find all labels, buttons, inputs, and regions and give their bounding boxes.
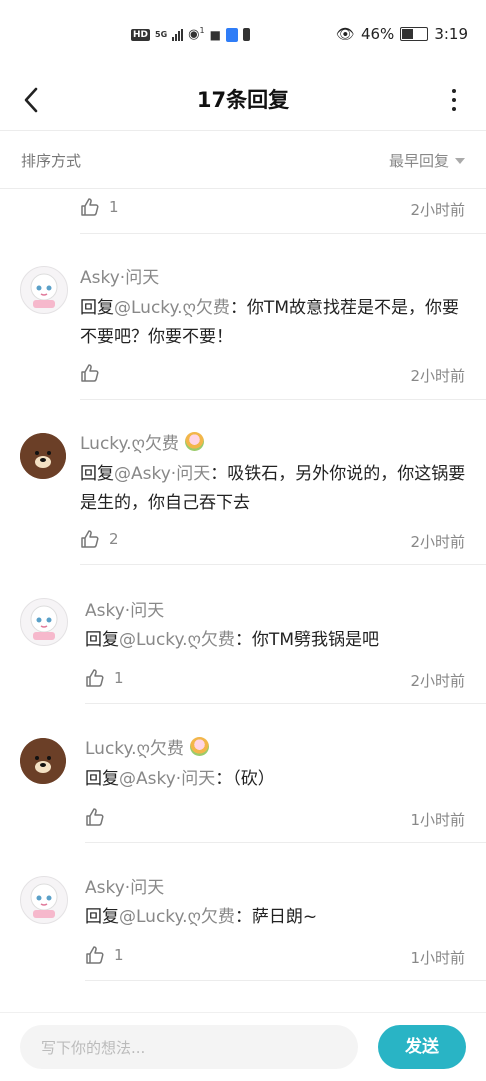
reply-divider: [80, 564, 486, 565]
anime-avatar-image: [30, 273, 58, 308]
reply-time: 1小时前: [410, 811, 465, 829]
caret-down-icon: [455, 157, 465, 164]
reply-author[interactable]: Asky·问天: [85, 873, 164, 898]
signal-icon: [172, 28, 184, 41]
avatar[interactable]: [20, 266, 68, 314]
thumbs-up-icon: [81, 364, 99, 382]
more-button[interactable]: [446, 82, 462, 118]
like-count: 2: [109, 530, 119, 548]
reply-time: 2小时前: [410, 367, 465, 385]
send-button[interactable]: 发送: [378, 1025, 466, 1069]
like-count: 1: [114, 946, 124, 964]
avatar[interactable]: [20, 598, 68, 646]
like-button[interactable]: [85, 807, 114, 827]
reply-text: ：（砍）: [215, 769, 275, 789]
battery-saver-icon: [242, 28, 250, 41]
reply-time: 2小时前: [410, 672, 465, 690]
reply-author[interactable]: Lucky.ღ欠费: [80, 429, 204, 454]
reply-time: 1小时前: [410, 949, 465, 967]
flair-emoji-icon: [184, 432, 204, 451]
thumbs-up-icon: [81, 198, 99, 216]
avatar[interactable]: [20, 738, 66, 784]
mention-link[interactable]: @Asky·问天: [119, 769, 215, 789]
comment-input[interactable]: 写下你的想法...: [20, 1025, 358, 1069]
thumbs-up-icon: [86, 669, 104, 687]
clock: 3:19: [434, 25, 468, 43]
reply-prefix: 回复: [85, 907, 119, 927]
reply-divider: [85, 980, 486, 981]
reply-text: ：你TM劈我锅是吧: [234, 630, 379, 650]
reply-time: 2小时前: [410, 533, 465, 551]
camera-icon: ■: [209, 27, 221, 42]
sort-bar: 排序方式 最早回复: [0, 131, 486, 188]
like-button[interactable]: 2: [80, 529, 119, 549]
reply-prefix: 回复: [80, 298, 114, 318]
shield-icon: [225, 27, 238, 42]
mention-link[interactable]: @Lucky.ღ欠费: [119, 630, 235, 650]
like-button[interactable]: 1: [85, 668, 124, 688]
flair-emoji-icon: [189, 737, 209, 756]
reply-composer: 写下你的想法... 发送: [0, 1012, 486, 1081]
anime-avatar-image: [30, 605, 58, 640]
bear-avatar-image: [20, 433, 66, 479]
sort-selected: 最早回复: [388, 152, 449, 170]
battery-percent: 46%: [360, 25, 395, 43]
reply-content: 回复@Lucky.ღ欠费：萨日朗~: [85, 903, 477, 932]
reply-divider: [80, 399, 486, 400]
like-button[interactable]: 1: [80, 197, 119, 217]
thumbs-up-icon: [81, 530, 99, 548]
mention-link[interactable]: @Lucky.ღ欠费: [119, 907, 235, 927]
status-left: HD 5G ◉ 1 ■: [131, 26, 250, 42]
sort-divider: [0, 188, 486, 189]
reply-content: 回复@Lucky.ღ欠费：你TM故意找茬是不是，你要不要吧？你要不要！: [80, 294, 472, 352]
reply-author[interactable]: Asky·问天: [85, 596, 164, 621]
sort-label: 排序方式: [21, 152, 82, 170]
sort-dropdown[interactable]: 最早回复: [389, 150, 465, 171]
reply-content: 回复@Asky·问天：吸铁石，另外你说的，你这锅要是生的，你自己吞下去: [80, 460, 472, 518]
mention-link[interactable]: @Lucky.ღ欠费: [114, 298, 230, 318]
battery-icon: [400, 27, 429, 41]
like-count: 1: [114, 669, 124, 687]
thumbs-up-icon: [86, 808, 104, 826]
reply-prefix: 回复: [85, 769, 119, 789]
status-right: 👁 46% 3:19: [336, 25, 468, 43]
status-bar: HD 5G ◉ 1 ■ 👁 46% 3:19: [0, 0, 486, 70]
network-type: 5G: [155, 30, 168, 39]
page-title: 17条回复: [196, 88, 290, 112]
author-name: Lucky.ღ欠费: [80, 434, 179, 454]
like-button[interactable]: 1: [85, 945, 124, 965]
reply-author[interactable]: Asky·问天: [80, 263, 159, 288]
reply-author[interactable]: Lucky.ღ欠费: [85, 734, 209, 759]
app-header: 17条回复: [0, 70, 486, 130]
bear-avatar-image: [20, 738, 66, 784]
reply-divider: [85, 703, 486, 704]
thumbs-up-icon: [86, 946, 104, 964]
reply-time: 2小时前: [410, 201, 465, 219]
reply-divider: [85, 842, 486, 843]
reply-prefix: 回复: [85, 630, 119, 650]
avatar[interactable]: [20, 876, 68, 924]
hd-badge: HD: [131, 28, 151, 41]
anime-avatar-image: [30, 883, 58, 918]
eye-icon: 👁: [335, 25, 355, 43]
reply-prefix: 回复: [80, 464, 114, 484]
reply-divider: [80, 233, 486, 234]
reply-text: ：萨日朗~: [234, 907, 318, 927]
like-button[interactable]: [80, 363, 109, 383]
reply-content: 回复@Lucky.ღ欠费：你TM劈我锅是吧: [85, 626, 477, 655]
hotspot-count: 1: [199, 26, 205, 35]
mention-link[interactable]: @Asky·问天: [114, 464, 210, 484]
reply-content: 回复@Asky·问天：（砍）: [85, 765, 477, 794]
avatar[interactable]: [20, 433, 66, 479]
like-count: 1: [109, 198, 119, 216]
author-name: Lucky.ღ欠费: [85, 739, 184, 759]
hotspot-icon: ◉: [188, 27, 200, 42]
comment-input-placeholder: 写下你的想法...: [41, 1039, 146, 1057]
